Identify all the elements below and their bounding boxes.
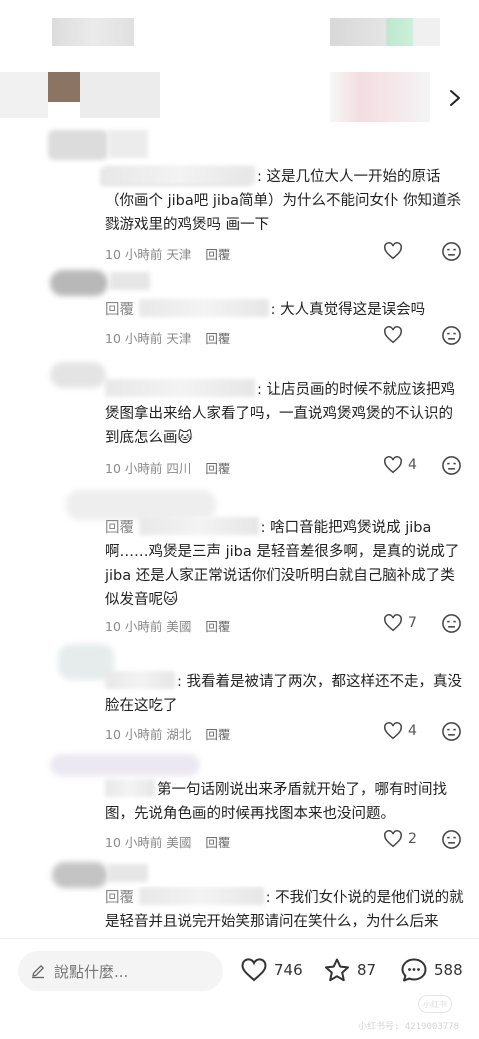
comment-text: : 这是几位大人一开始的原话（你画个 jiba吧 jiba简单）为什么不能问女仆… bbox=[105, 165, 465, 237]
like-button[interactable]: 7 bbox=[383, 614, 417, 632]
comment-body: 第一句话刚说出来矛盾就开始了，哪有时间找图，先说角色画的时候再找图本来也没问题。 bbox=[105, 782, 447, 822]
comment-meta: 10 小時前 美國 回覆 bbox=[105, 616, 230, 635]
bottom-action-bar: 說點什麼... 746 87 588 小红书 小红书号: 4219003778 bbox=[0, 938, 479, 1039]
reply-avatar-redacted bbox=[48, 130, 108, 160]
comment-input-placeholder: 說點什麼... bbox=[54, 962, 129, 981]
avatar-redacted[interactable] bbox=[50, 362, 106, 388]
like-count: 2 bbox=[408, 831, 417, 847]
comment-input[interactable]: 說點什麼... bbox=[18, 951, 223, 991]
like-count: 4 bbox=[408, 457, 417, 473]
dislike-face-icon[interactable] bbox=[441, 241, 462, 262]
comment-text: 回覆 : 啥口音能把鸡煲说成 jiba 啊……鸡煲是三声 jiba 是轻音差很多… bbox=[105, 516, 465, 612]
heart-icon bbox=[384, 242, 402, 260]
reply-button[interactable]: 回覆 bbox=[205, 619, 230, 634]
comment-time: 10 小時前 bbox=[105, 619, 163, 634]
like-button[interactable]: 4 bbox=[383, 722, 417, 740]
heart-icon bbox=[384, 614, 402, 632]
comment-text: : 让店员画的时候不就应该把鸡煲图拿出来给人家看了吗，一直说鸡煲鸡煲的不认识的到… bbox=[105, 378, 465, 450]
star-icon bbox=[325, 958, 349, 982]
comment-meta: 10 小時前 天津 回覆 bbox=[105, 244, 230, 263]
comment-text: 回覆 : 不我们女仆说的是他们说的就是轻音并且说完开始笑那请问在笑什么，为什么后… bbox=[105, 886, 465, 936]
post-like-count: 746 bbox=[274, 961, 303, 979]
comment-meta: 10 小時前 美國 回覆 bbox=[105, 832, 230, 851]
comment-time: 10 小時前 bbox=[105, 247, 163, 262]
like-button[interactable] bbox=[383, 242, 408, 260]
pencil-icon bbox=[32, 965, 44, 979]
comment-text: : 我看着是被请了两次，都这样还不走，真没脸在这吃了 bbox=[105, 670, 465, 718]
heart-icon bbox=[384, 722, 402, 740]
dislike-face-icon[interactable] bbox=[441, 325, 462, 346]
avatar-redacted[interactable] bbox=[50, 754, 200, 776]
reply-button[interactable]: 回覆 bbox=[205, 727, 230, 742]
watermark-id: 小红书号: 4219003778 bbox=[357, 1022, 459, 1032]
heart-icon bbox=[384, 456, 402, 474]
dislike-face-icon[interactable] bbox=[441, 721, 462, 742]
comment-location: 天津 bbox=[166, 247, 192, 262]
comment-meta: 10 小時前 天津 回覆 bbox=[105, 328, 230, 347]
avatar-redacted[interactable] bbox=[50, 270, 108, 296]
avatar-redacted[interactable] bbox=[52, 862, 108, 888]
comment-location: 湖北 bbox=[166, 727, 192, 742]
heart-icon bbox=[384, 830, 402, 848]
comment-location: 天津 bbox=[166, 331, 192, 346]
comment-time: 10 小時前 bbox=[105, 727, 163, 742]
reply-button[interactable]: 回覆 bbox=[205, 835, 230, 850]
like-count: 7 bbox=[408, 615, 417, 631]
comment-location: 四川 bbox=[166, 461, 192, 476]
comment-time: 10 小時前 bbox=[105, 835, 163, 850]
comment-meta: 10 小時前 四川 回覆 bbox=[105, 458, 230, 477]
like-button[interactable]: 2 bbox=[383, 830, 417, 848]
comment-body: : 大人真觉得这是误会吗 bbox=[270, 302, 426, 318]
post-collect-button[interactable]: 87 bbox=[323, 957, 376, 983]
reply-button[interactable]: 回覆 bbox=[205, 331, 230, 346]
dislike-face-icon[interactable] bbox=[441, 613, 462, 634]
reply-button[interactable]: 回覆 bbox=[205, 247, 230, 262]
chevron-right-icon[interactable] bbox=[448, 88, 462, 108]
dislike-face-icon[interactable] bbox=[441, 455, 462, 476]
watermark-badge: 小红书 bbox=[418, 995, 452, 1013]
comment-text: 回覆 : 大人真觉得这是误会吗 bbox=[105, 298, 465, 322]
comment-location: 美國 bbox=[166, 619, 192, 634]
like-button[interactable]: 4 bbox=[383, 456, 417, 474]
reply-prefix: 回覆 bbox=[105, 302, 134, 318]
like-count: 4 bbox=[408, 723, 417, 739]
dislike-face-icon[interactable] bbox=[441, 829, 462, 850]
heart-icon bbox=[241, 958, 267, 982]
post-comment-button[interactable]: 588 bbox=[400, 957, 463, 983]
reply-prefix: 回覆 bbox=[105, 890, 134, 906]
post-like-button[interactable]: 746 bbox=[240, 957, 303, 983]
heart-icon bbox=[384, 326, 402, 344]
reply-prefix: 回覆 bbox=[105, 520, 134, 536]
post-collect-count: 87 bbox=[357, 961, 377, 979]
comment-meta: 10 小時前 湖北 回覆 bbox=[105, 724, 230, 743]
comment-location: 美國 bbox=[166, 835, 192, 850]
post-comment-count: 588 bbox=[434, 961, 463, 979]
comment-text: 第一句话刚说出来矛盾就开始了，哪有时间找图，先说角色画的时候再找图本来也没问题。 bbox=[105, 778, 465, 826]
comment-bubble-icon bbox=[401, 958, 427, 982]
comment-time: 10 小時前 bbox=[105, 461, 163, 476]
like-button[interactable] bbox=[383, 326, 408, 344]
reply-button[interactable]: 回覆 bbox=[205, 461, 230, 476]
comment-time: 10 小時前 bbox=[105, 331, 163, 346]
